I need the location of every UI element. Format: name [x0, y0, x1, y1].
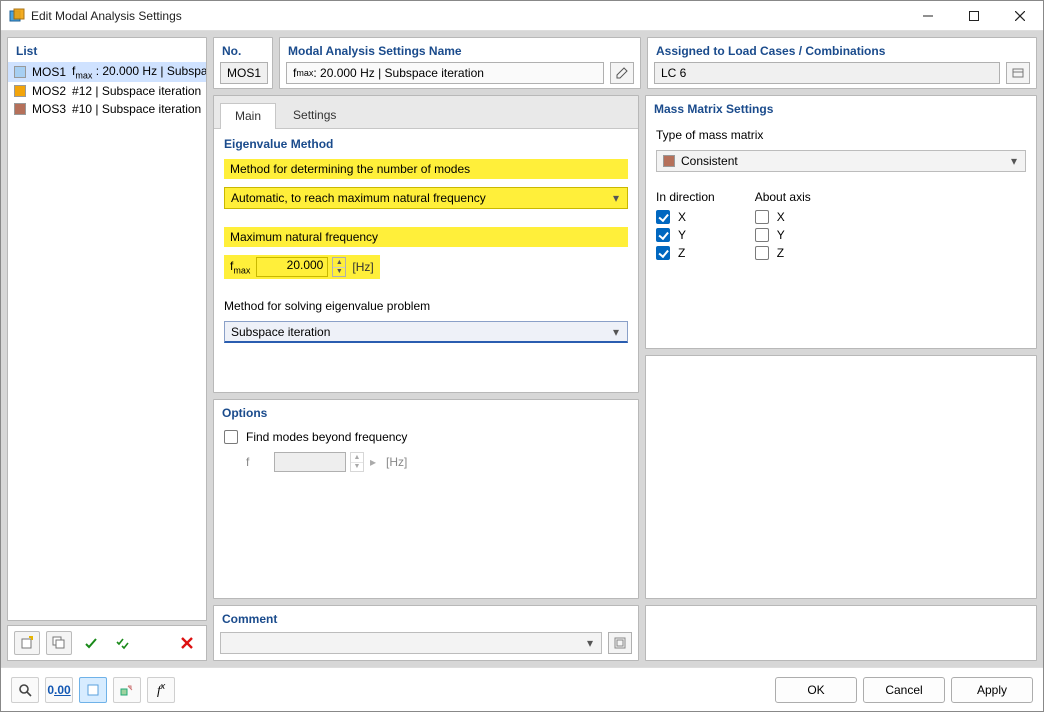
- color-swatch: [14, 103, 26, 115]
- apply-button[interactable]: Apply: [951, 677, 1033, 703]
- no-field[interactable]: MOS1: [220, 62, 268, 84]
- list-item-code: MOS2: [32, 84, 66, 98]
- axis-z-label: Z: [777, 246, 784, 260]
- highlight-tool[interactable]: [79, 677, 107, 703]
- list-item-code: MOS3: [32, 102, 66, 116]
- axis-y-label: Y: [777, 228, 785, 242]
- mass-type-label: Type of mass matrix: [656, 124, 1026, 146]
- settings-list[interactable]: MOS1 fmax : 20.000 Hz | Subspace iterati…: [8, 62, 206, 620]
- comment-select[interactable]: ▾: [220, 632, 602, 654]
- lc-field[interactable]: LC 6: [654, 62, 1000, 84]
- name-field[interactable]: fmax : 20.000 Hz | Subspace iteration: [286, 62, 604, 84]
- copy-button[interactable]: [46, 631, 72, 655]
- check-single-button[interactable]: [78, 631, 104, 655]
- chevron-down-icon: ▾: [585, 636, 595, 650]
- comment-extra-button[interactable]: [608, 632, 632, 654]
- no-title: No.: [214, 38, 272, 62]
- name-title: Modal Analysis Settings Name: [280, 38, 640, 62]
- dir-x-label: X: [678, 210, 686, 224]
- dir-z-checkbox[interactable]: [656, 246, 670, 260]
- beyond-freq-label: Find modes beyond frequency: [246, 430, 407, 444]
- search-tool[interactable]: [11, 677, 39, 703]
- eigen-section-title: Eigenvalue Method: [224, 137, 628, 155]
- modes-method-select[interactable]: Automatic, to reach maximum natural freq…: [224, 187, 628, 209]
- lc-title: Assigned to Load Cases / Combinations: [648, 38, 1036, 62]
- list-item-desc: #10 | Subspace iteration: [72, 102, 201, 116]
- modes-label: Method for determining the number of mod…: [224, 159, 628, 179]
- params-tool[interactable]: [113, 677, 141, 703]
- axis-x-label: X: [777, 210, 785, 224]
- cancel-button[interactable]: Cancel: [863, 677, 945, 703]
- list-item[interactable]: MOS2 #12 | Subspace iteration: [8, 82, 206, 100]
- edit-name-button[interactable]: [610, 62, 634, 84]
- mass-type-select[interactable]: Consistent ▾: [656, 150, 1026, 172]
- axis-z-checkbox[interactable]: [755, 246, 769, 260]
- dir-y-label: Y: [678, 228, 686, 242]
- fmax-input[interactable]: 20.000: [256, 257, 328, 277]
- options-section-title: Options: [214, 400, 638, 424]
- ok-button[interactable]: OK: [775, 677, 857, 703]
- lc-details-button[interactable]: [1006, 62, 1030, 84]
- list-title: List: [8, 38, 206, 62]
- solver-label: Method for solving eigenvalue problem: [224, 295, 628, 317]
- comment-section-title: Comment: [214, 606, 638, 628]
- app-icon: [9, 8, 25, 24]
- delete-button[interactable]: [174, 631, 200, 655]
- axis-y-checkbox[interactable]: [755, 228, 769, 242]
- decimals-tool[interactable]: 0.00: [45, 677, 73, 703]
- axis-head: About axis: [755, 190, 811, 208]
- mass-section-title: Mass Matrix Settings: [646, 96, 1036, 120]
- color-swatch: [663, 155, 675, 167]
- chevron-down-icon: ▾: [611, 191, 621, 205]
- maximize-button[interactable]: [951, 1, 997, 31]
- f-symbol: f: [246, 455, 266, 469]
- f-input: [274, 452, 346, 472]
- close-button[interactable]: [997, 1, 1043, 31]
- chevron-down-icon: ▾: [611, 325, 621, 339]
- modes-method-value: Automatic, to reach maximum natural freq…: [231, 191, 486, 205]
- tab-main[interactable]: Main: [220, 103, 276, 129]
- window-title: Edit Modal Analysis Settings: [31, 9, 182, 23]
- function-tool[interactable]: fx: [147, 677, 175, 703]
- list-item-desc: #12 | Subspace iteration: [72, 84, 201, 98]
- f-go-icon: ▸: [368, 455, 378, 469]
- list-item[interactable]: MOS1 fmax : 20.000 Hz | Subspace iterati…: [8, 62, 206, 82]
- dir-z-label: Z: [678, 246, 685, 260]
- f-unit: [Hz]: [386, 455, 407, 469]
- color-swatch: [14, 66, 26, 78]
- chevron-down-icon: ▾: [1009, 154, 1019, 168]
- fmax-label: Maximum natural frequency: [224, 227, 628, 247]
- mass-type-value: Consistent: [681, 154, 738, 168]
- check-multi-button[interactable]: [110, 631, 136, 655]
- dir-x-checkbox[interactable]: [656, 210, 670, 224]
- solver-select[interactable]: Subspace iteration ▾: [224, 321, 628, 343]
- list-item[interactable]: MOS3 #10 | Subspace iteration: [8, 100, 206, 118]
- solver-value: Subspace iteration: [231, 325, 330, 339]
- axis-x-checkbox[interactable]: [755, 210, 769, 224]
- fmax-unit: [Hz]: [352, 260, 373, 274]
- beyond-freq-checkbox[interactable]: [224, 430, 238, 444]
- direction-head: In direction: [656, 190, 715, 208]
- minimize-button[interactable]: [905, 1, 951, 31]
- fmax-symbol: fmax: [230, 259, 250, 275]
- list-item-desc: fmax : 20.000 Hz | Subspace iteration: [72, 64, 206, 80]
- tab-settings[interactable]: Settings: [278, 102, 351, 128]
- fmax-spinner[interactable]: ▲▼: [332, 257, 346, 277]
- color-swatch: [14, 85, 26, 97]
- new-button[interactable]: [14, 631, 40, 655]
- list-item-code: MOS1: [32, 65, 66, 79]
- f-spinner: ▲▼: [350, 452, 364, 472]
- dir-y-checkbox[interactable]: [656, 228, 670, 242]
